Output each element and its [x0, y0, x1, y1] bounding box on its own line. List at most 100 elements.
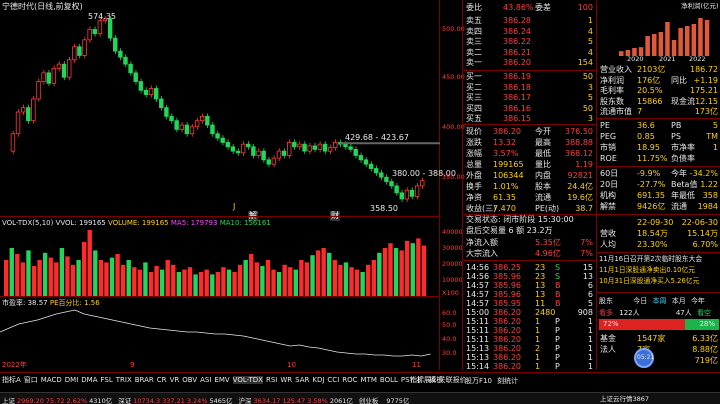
- index-change: 125.47: [282, 397, 306, 404]
- candle: [220, 137, 225, 143]
- divider: [0, 216, 440, 217]
- tick-count: 1: [587, 317, 593, 326]
- profit-bar: [698, 18, 703, 56]
- fin-value: 20.5%: [637, 86, 663, 95]
- indicator-tab[interactable]: EMV: [214, 376, 229, 384]
- tab-year[interactable]: 今年: [691, 297, 705, 305]
- tick-price: 386.20: [493, 344, 521, 353]
- pe-chart[interactable]: [0, 306, 440, 362]
- indicator-tab[interactable]: DMI: [65, 376, 79, 384]
- tab-template[interactable]: 模板: [429, 376, 443, 384]
- order-book-row[interactable]: 卖五 386.28 1: [463, 16, 597, 27]
- indicator-tab[interactable]: OBV: [182, 376, 197, 384]
- index-price: 3634.17: [253, 397, 281, 404]
- order-price: 386.15: [503, 114, 531, 123]
- tab-today[interactable]: 今日: [633, 297, 647, 305]
- tick-time: 14:56: [466, 272, 490, 281]
- indicator-tab[interactable]: TRIX: [116, 376, 132, 384]
- indicator-tab[interactable]: FSL: [101, 376, 113, 384]
- indicator-tab[interactable]: BRAR: [135, 376, 154, 384]
- axis-tick: 20000: [442, 260, 463, 268]
- fin-value: 173亿: [694, 107, 718, 116]
- tab-indicator[interactable]: 指标: [410, 376, 424, 384]
- indicator-tab[interactable]: DMA: [81, 376, 97, 384]
- order-book-row[interactable]: 买二 386.18 3: [463, 83, 597, 94]
- trade-status: 交易状态: 闭市阶段 15:30:00: [466, 215, 574, 224]
- candle: [200, 115, 205, 122]
- volume-bar: [421, 245, 427, 296]
- candle: [240, 143, 246, 154]
- quote-row: 换手 1.01% 股本 24.4亿: [463, 182, 597, 193]
- wecha-value: 100: [577, 3, 593, 12]
- candle: [46, 72, 51, 84]
- news-item[interactable]: 10月31日深股通净买入5.26亿元: [599, 278, 699, 285]
- event-marker-j[interactable]: J: [233, 203, 235, 211]
- profit-bar: [678, 28, 683, 56]
- indicator-tab[interactable]: VOL-TDX: [232, 376, 263, 384]
- indicator-tab[interactable]: MTM: [361, 376, 377, 384]
- tick-price: 385.96: [493, 272, 521, 281]
- indicator-tab[interactable]: 指标A: [2, 376, 21, 384]
- order-book-row[interactable]: 买四 386.16 50: [463, 104, 597, 115]
- indicator-tab[interactable]: MACD: [41, 376, 62, 384]
- divider: [597, 166, 720, 167]
- candle: [230, 146, 236, 152]
- tab-shareholders[interactable]: 股东: [599, 297, 613, 305]
- order-book-row[interactable]: 买三 386.17 5: [463, 93, 597, 104]
- order-book-row[interactable]: 卖四 386.24 4: [463, 27, 597, 38]
- month-9-label: 9: [130, 361, 135, 369]
- candle: [266, 159, 271, 165]
- cloud-server-status[interactable]: 上证云行情3867: [600, 396, 649, 403]
- candle: [343, 143, 348, 148]
- tab-month[interactable]: 本月: [672, 297, 686, 305]
- volume-bar: [48, 257, 53, 296]
- candle: [56, 63, 62, 69]
- order-book-row[interactable]: 卖三 386.22 5: [463, 37, 597, 48]
- candle: [327, 147, 333, 152]
- candle: [368, 163, 374, 169]
- tick-direction: P: [555, 335, 560, 344]
- flow-label: 大宗流入: [466, 249, 498, 258]
- fin-value: 23.30%: [637, 240, 668, 249]
- candle: [317, 143, 323, 150]
- indicator-tab[interactable]: CCI: [327, 376, 339, 384]
- quote-label: 量比: [535, 160, 551, 169]
- fin-value: 1547家: [637, 334, 666, 343]
- chart-area[interactable]: 宁德时代(日线,前复权) 574.35 429.68 - 423.67 380.…: [0, 0, 456, 370]
- fin-row: 719亿: [597, 356, 720, 367]
- tab-week[interactable]: 本周: [652, 297, 666, 305]
- order-volume: 3: [587, 114, 593, 123]
- indicator-tab[interactable]: ASI: [200, 376, 211, 384]
- fin-value: +1.19: [693, 75, 718, 85]
- candle: [307, 145, 312, 152]
- indicator-tab[interactable]: VR: [170, 376, 180, 384]
- sentiment-tabs: 股东 今日 本周 本月 今年: [599, 296, 719, 306]
- quote-value: 1.19: [575, 160, 593, 169]
- candlestick-chart[interactable]: [0, 12, 440, 212]
- indicator-tab[interactable]: RSI: [266, 376, 277, 384]
- indicator-tab[interactable]: CR: [157, 376, 167, 384]
- capital-flow-row: 净流入额 5.35亿 7%: [463, 238, 597, 249]
- tick-volume: 1: [535, 326, 541, 335]
- order-book-row[interactable]: 卖二 386.21 4: [463, 48, 597, 59]
- trading-terminal: 宁德时代(日线,前复权) 574.35 429.68 - 423.67 380.…: [0, 0, 720, 404]
- indicator-tab[interactable]: 窗口: [24, 376, 38, 384]
- volume-bar: [204, 269, 209, 296]
- order-book-row[interactable]: 买一 386.19 50: [463, 72, 597, 83]
- indicator-tab[interactable]: WR: [280, 376, 292, 384]
- news-item[interactable]: 11月16日召开第2次临时股东大会: [599, 256, 702, 263]
- volume-chart[interactable]: [0, 228, 440, 296]
- news-item[interactable]: 11月1日深股通净卖出0.10亿元: [599, 267, 695, 274]
- indicator-tab[interactable]: BOLL: [380, 376, 398, 384]
- indicator-tab[interactable]: ROC: [342, 376, 357, 384]
- tick-volume: 13: [535, 290, 546, 299]
- order-book-row[interactable]: 卖一 386.20 154: [463, 58, 597, 69]
- quote-value: 376.50: [565, 127, 593, 136]
- floating-assistant-button[interactable]: 05:21: [634, 348, 654, 368]
- indicator-tab[interactable]: SAR: [295, 376, 309, 384]
- indicator-tab[interactable]: KDJ: [312, 376, 324, 384]
- candle: [333, 142, 338, 149]
- candle: [51, 68, 57, 84]
- webi-row: 委比 43.86% 委差 100: [463, 3, 597, 14]
- tick-row: 15:14 386.20 1 P 1: [463, 362, 597, 371]
